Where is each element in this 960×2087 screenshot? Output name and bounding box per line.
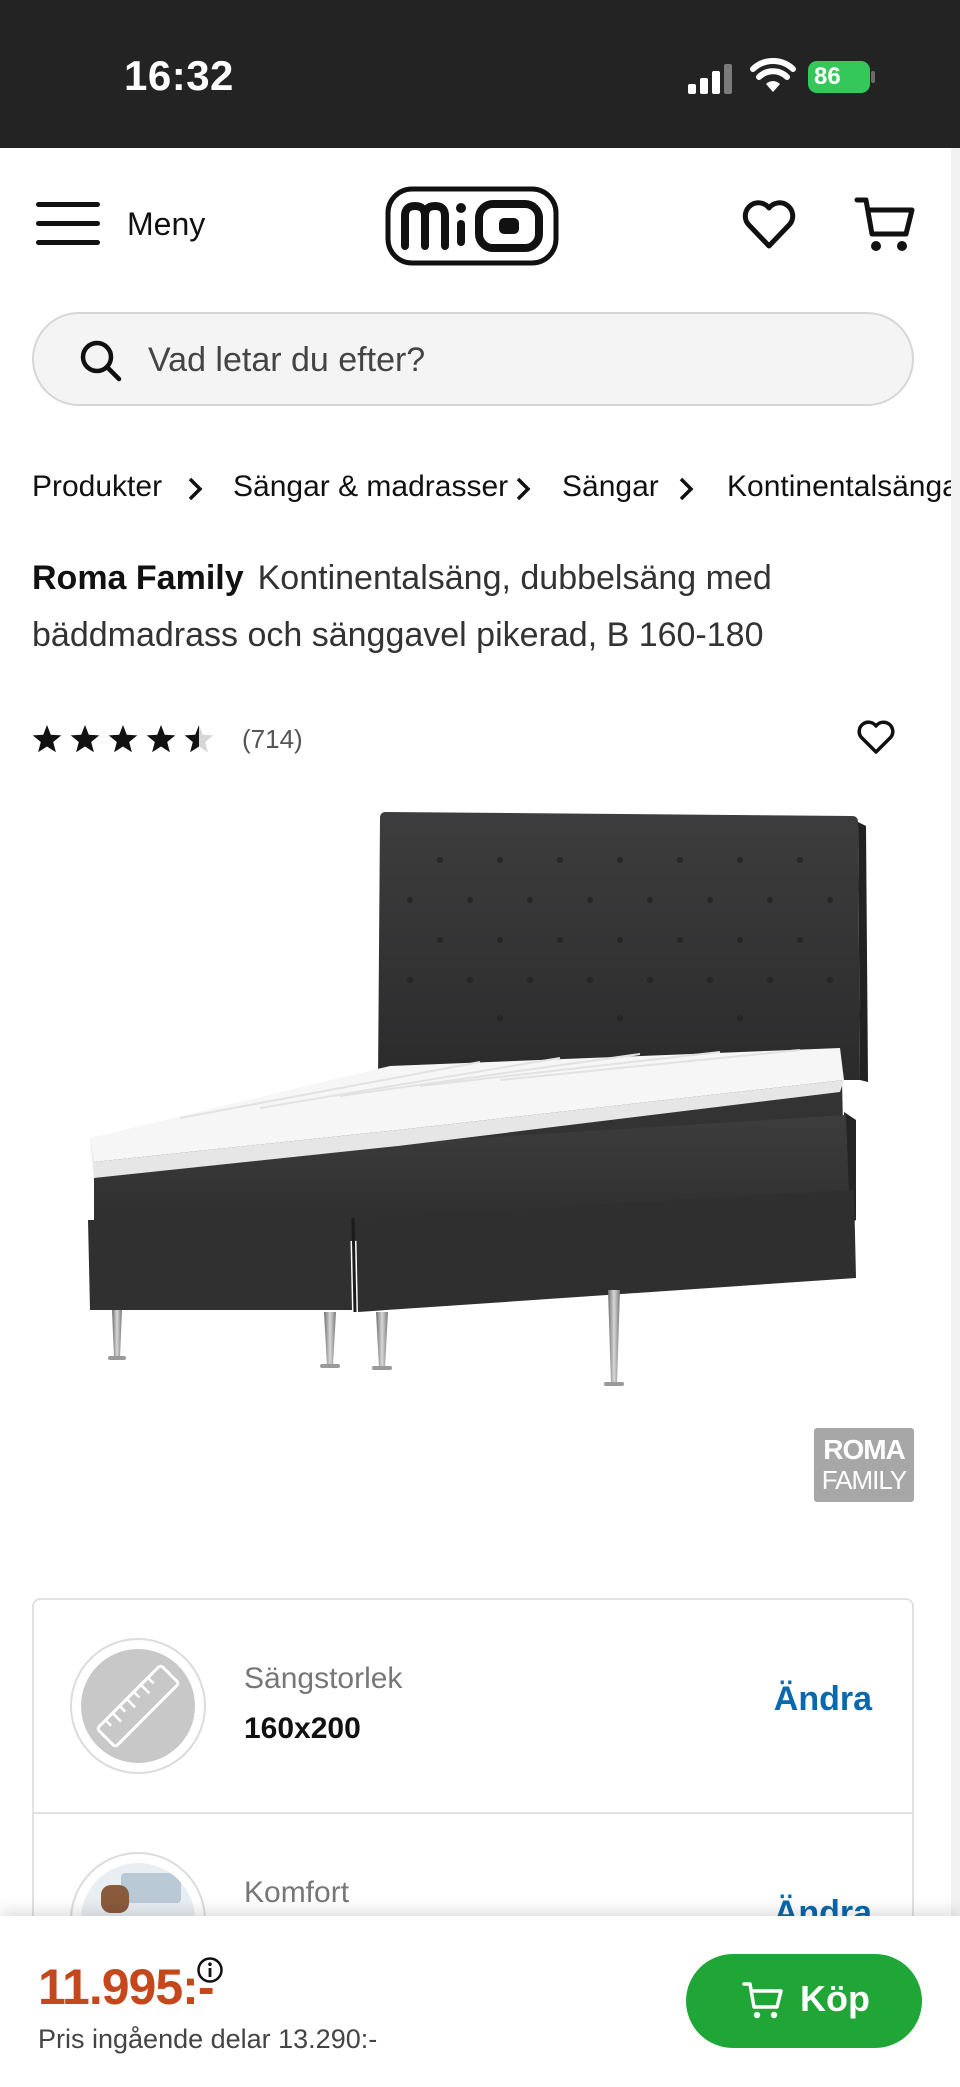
menu-icon[interactable] bbox=[36, 202, 100, 246]
sticky-buy-bar: 11.995:- Pris ingående delar 13.290:- Kö… bbox=[0, 1916, 960, 2087]
breadcrumb-item-sangar-madrasser[interactable]: Sängar & madrasser bbox=[233, 470, 508, 504]
option-icon-circle bbox=[70, 1638, 206, 1774]
chevron-right-icon bbox=[188, 477, 203, 501]
option-value: 160x200 bbox=[244, 1712, 361, 1745]
change-size-button[interactable]: Ändra bbox=[774, 1680, 872, 1719]
cart-icon bbox=[742, 1982, 783, 2019]
breadcrumb: Produkter Sängar & madrasser Sängar Kont… bbox=[32, 466, 960, 510]
option-label: Sängstorlek bbox=[244, 1662, 403, 1695]
search-icon bbox=[80, 340, 122, 382]
signal-icon bbox=[688, 64, 732, 94]
roma-family-logo: ROMA FAMILY bbox=[814, 1428, 914, 1502]
buy-button-label: Köp bbox=[800, 1978, 870, 2019]
status-bar: 16:32 86 bbox=[0, 0, 960, 148]
wifi-icon bbox=[750, 58, 796, 92]
scroll-track bbox=[951, 148, 960, 1916]
option-bed-size[interactable]: Sängstorlek 160x200 Ändra bbox=[34, 1600, 912, 1812]
breadcrumb-item-kontinentalsangar[interactable]: Kontinentalsängar bbox=[727, 470, 960, 504]
cart-icon[interactable] bbox=[854, 194, 916, 254]
product-title: Roma Family Kontinentalsäng, dubbelsäng m… bbox=[32, 550, 912, 664]
rating-stars-icon bbox=[32, 725, 214, 753]
product-brand[interactable]: Roma Family bbox=[32, 559, 244, 597]
battery-icon: 86 bbox=[808, 61, 876, 93]
wishlist-heart-icon[interactable] bbox=[740, 196, 798, 252]
chevron-right-icon bbox=[516, 477, 531, 501]
breadcrumb-item-sangar[interactable]: Sängar bbox=[562, 470, 659, 504]
option-label: Komfort bbox=[244, 1876, 350, 1909]
product-price: 11.995:- bbox=[38, 1959, 214, 2015]
battery-level: 86 bbox=[808, 61, 870, 93]
site-header: Meny bbox=[0, 148, 960, 298]
search-bar[interactable] bbox=[32, 312, 914, 406]
product-image-bed[interactable] bbox=[60, 790, 900, 1450]
favorite-heart-icon[interactable] bbox=[856, 718, 896, 756]
price-note: Pris ingående delar 13.290:- bbox=[38, 2024, 378, 2054]
status-time: 16:32 bbox=[124, 52, 234, 99]
info-icon[interactable] bbox=[196, 1956, 224, 1984]
mio-logo[interactable] bbox=[385, 186, 559, 266]
review-count[interactable]: (714) bbox=[242, 724, 303, 755]
product-options: Sängstorlek 160x200 Ändra Komfort Ändra bbox=[32, 1598, 914, 1958]
chevron-right-icon bbox=[679, 477, 694, 501]
breadcrumb-item-produkter[interactable]: Produkter bbox=[32, 470, 162, 504]
ruler-icon bbox=[96, 1664, 180, 1748]
search-input[interactable] bbox=[148, 332, 868, 388]
buy-button[interactable]: Köp bbox=[686, 1954, 922, 2048]
menu-label[interactable]: Meny bbox=[127, 206, 205, 243]
